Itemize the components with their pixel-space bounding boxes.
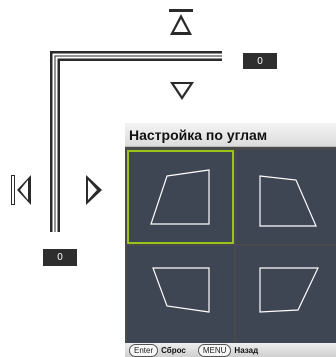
corner-bottom-left-cell[interactable] [127, 246, 234, 343]
keystone-top-right-icon [259, 175, 317, 227]
move-left-button[interactable] [10, 174, 32, 206]
vertical-value-box: 0 [243, 53, 277, 69]
corner-grid [127, 150, 336, 343]
keystone-bottom-right-icon [259, 267, 319, 313]
panel-title: Настройка по углам [125, 123, 336, 147]
reset-label: Сброс [161, 345, 186, 355]
horizontal-value: 0 [57, 252, 63, 263]
move-top-down-button[interactable] [169, 81, 195, 101]
keystone-bottom-left-icon [152, 267, 210, 313]
corner-bottom-right-cell[interactable] [236, 246, 336, 343]
triangle-up-bar-icon [169, 9, 193, 35]
triangle-left-bar-icon [11, 175, 31, 205]
panel-footer: Enter Сброс MENU Назад [125, 343, 336, 357]
enter-key[interactable]: Enter [129, 343, 159, 357]
vertical-value: 0 [257, 55, 263, 67]
move-top-up-button[interactable] [168, 8, 194, 36]
triangle-right-icon [86, 175, 102, 205]
menu-key[interactable]: MENU [197, 343, 232, 357]
move-right-button[interactable] [85, 174, 103, 206]
corner-top-right-cell[interactable] [236, 150, 336, 244]
keystone-top-left-icon [150, 169, 210, 225]
corner-adjust-panel: Настройка по углам Enter Сброс MENU Наза… [125, 123, 336, 357]
horizontal-value-box: 0 [43, 249, 77, 266]
back-label: Назад [234, 345, 259, 355]
corner-top-left-cell[interactable] [127, 150, 234, 244]
triangle-down-icon [170, 82, 194, 100]
